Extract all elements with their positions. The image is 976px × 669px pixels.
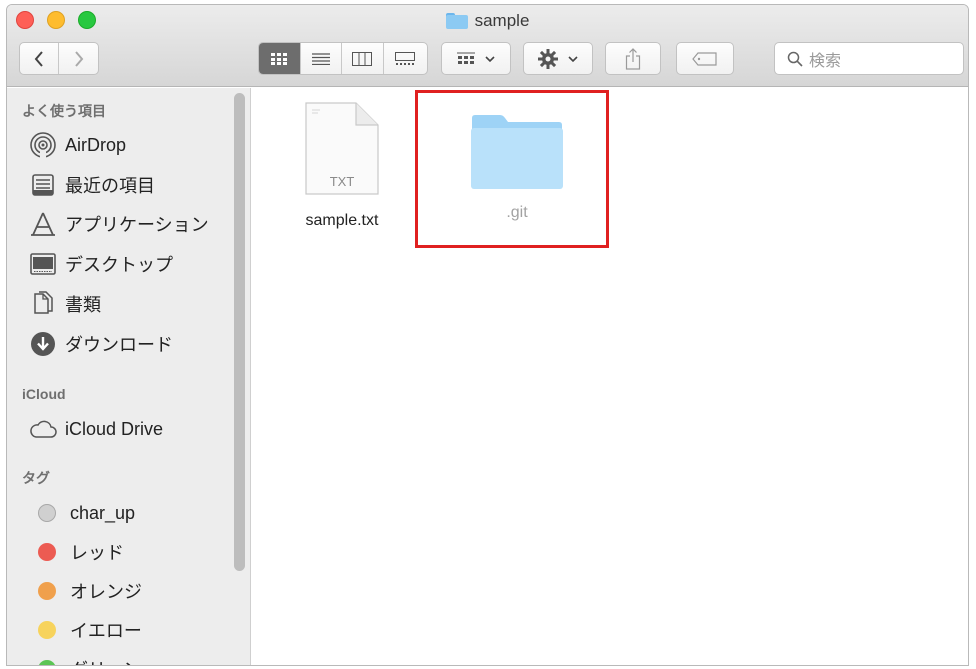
sidebar-item-desktop[interactable]: デスクトップ (29, 249, 173, 279)
sidebar-scrollbar[interactable] (234, 93, 245, 571)
icloud-header: iCloud (22, 386, 66, 402)
sidebar-item-icloud-drive[interactable]: iCloud Drive (29, 414, 163, 444)
text-document-icon: TXT (305, 102, 379, 195)
sidebar-item-label: デスクトップ (65, 255, 173, 275)
column-view-button[interactable] (342, 43, 384, 74)
view-mode-control (258, 42, 428, 75)
downloads-icon (29, 330, 57, 358)
file-item-sample-txt[interactable]: TXT sample.txt (282, 98, 402, 238)
window-title-bar: sample (7, 9, 968, 33)
file-browser: TXT sample.txt .git (252, 88, 968, 665)
applications-icon (29, 210, 57, 238)
grid-icon (271, 52, 288, 65)
sidebar-item-label: iCloud Drive (65, 418, 164, 439)
gallery-view-button[interactable] (384, 43, 427, 74)
chevron-down-icon (568, 55, 578, 62)
sidebar-item-recents[interactable]: 最近の項目 (29, 170, 155, 200)
tag-label: オレンジ (70, 582, 142, 602)
sidebar-item-airdrop[interactable]: AirDrop (29, 130, 126, 160)
tag-yellow-icon (38, 621, 56, 639)
highlight-box (415, 90, 609, 248)
tags-header: タグ (22, 470, 50, 486)
tag-red-icon (38, 543, 56, 561)
airdrop-icon (29, 131, 57, 159)
sidebar-item-label: 最近の項目 (65, 176, 155, 196)
desktop-icon (29, 250, 57, 278)
chevron-right-icon (74, 50, 83, 67)
gallery-icon (395, 51, 416, 65)
gear-icon (538, 48, 558, 69)
sidebar-item-downloads[interactable]: ダウンロード (29, 329, 173, 359)
sidebar-item-label: AirDrop (65, 134, 127, 155)
sidebar-tag-char-up[interactable]: char_up (33, 498, 135, 528)
columns-icon (352, 51, 373, 66)
chevron-down-icon (485, 55, 495, 62)
search-placeholder: 検索 (809, 50, 842, 70)
chevron-left-icon (34, 50, 43, 67)
sidebar-tag-orange[interactable]: オレンジ (33, 576, 142, 606)
forward-button[interactable] (59, 43, 98, 74)
title-folder-icon (445, 13, 468, 29)
back-button[interactable] (20, 43, 60, 74)
edit-tags-button[interactable] (676, 42, 734, 75)
sidebar: よく使う項目 AirDrop 最近の項目 アプリケーション デスクトップ 書類 … (7, 88, 251, 665)
cloud-icon (29, 415, 57, 443)
share-button[interactable] (605, 42, 661, 75)
tag-label: char_up (70, 502, 136, 523)
tag-green-icon (38, 660, 56, 665)
favorites-header: よく使う項目 (22, 103, 106, 119)
sidebar-item-applications[interactable]: アプリケーション (29, 209, 209, 239)
recents-icon (29, 171, 57, 199)
sidebar-tag-green[interactable]: グリーン (33, 654, 141, 665)
sidebar-item-label: アプリケーション (65, 215, 209, 235)
tag-label: グリーン (70, 656, 141, 665)
file-type-badge: TXT (330, 174, 355, 189)
window-title: sample (474, 11, 530, 30)
search-field[interactable]: 検索 (774, 42, 964, 75)
file-name: sample.txt (305, 212, 379, 229)
list-view-button[interactable] (301, 43, 343, 74)
tag-orange-icon (38, 582, 56, 600)
sidebar-item-label: 書類 (65, 295, 101, 315)
sidebar-tag-yellow[interactable]: イエロー (33, 615, 142, 645)
documents-icon (29, 290, 57, 318)
share-icon (625, 47, 641, 70)
sidebar-tag-red[interactable]: レッド (33, 537, 124, 567)
icon-view-button[interactable] (259, 43, 301, 74)
tag-label: レッド (70, 543, 124, 563)
action-menu-button[interactable] (523, 42, 593, 75)
toolbar: sample 検索 (7, 5, 968, 87)
tag-gray-icon (38, 504, 56, 522)
navigation-buttons (19, 42, 99, 75)
search-icon (787, 51, 803, 67)
group-by-button[interactable] (441, 42, 511, 75)
tag-icon (692, 51, 717, 66)
tag-label: イエロー (70, 621, 142, 641)
sidebar-item-label: ダウンロード (65, 335, 173, 355)
list-icon (311, 52, 330, 65)
group-grid-icon (457, 52, 475, 64)
sidebar-item-documents[interactable]: 書類 (29, 289, 101, 319)
